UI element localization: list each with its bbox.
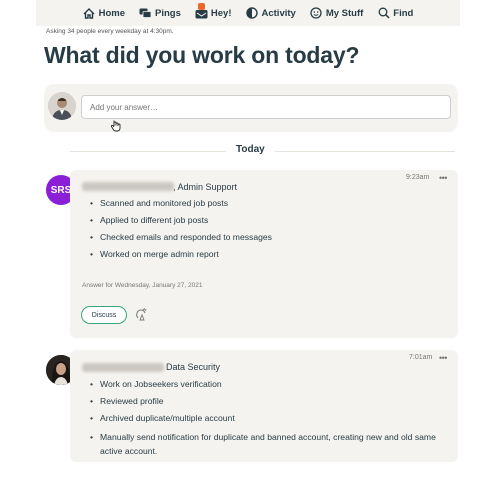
nav-activity-label: Activity bbox=[261, 7, 296, 19]
author-name-redacted bbox=[82, 363, 164, 372]
entry-timestamp: 9:23am bbox=[406, 174, 430, 181]
entry-timestamp: 7:01am bbox=[409, 354, 433, 361]
answer-composer bbox=[44, 84, 458, 132]
nav-home-label: Home bbox=[98, 7, 126, 19]
author-name-redacted bbox=[82, 182, 174, 191]
boost-icon[interactable] bbox=[134, 307, 148, 326]
answer-input[interactable] bbox=[81, 95, 451, 119]
list-item: Archived duplicate/multiple account bbox=[88, 413, 438, 424]
more-options-icon[interactable]: ••• bbox=[439, 173, 447, 183]
nav-hey-label: Hey! bbox=[210, 7, 232, 19]
search-icon bbox=[377, 7, 390, 19]
nav-my-stuff-label: My Stuff bbox=[325, 7, 364, 19]
day-divider-label: Today bbox=[226, 144, 275, 155]
discuss-button[interactable]: Discuss bbox=[81, 306, 127, 324]
list-item: Scanned and monitored job posts bbox=[88, 198, 272, 209]
page-title: What did you work on today? bbox=[44, 42, 360, 68]
avatar bbox=[48, 92, 76, 120]
list-item: Applied to different job posts bbox=[88, 215, 272, 226]
nav-hey[interactable]: Hey! bbox=[195, 3, 232, 19]
author-role: Data Security bbox=[166, 362, 221, 372]
nav-my-stuff[interactable]: My Stuff bbox=[310, 7, 363, 19]
my-stuff-icon bbox=[310, 7, 323, 19]
activity-icon bbox=[246, 7, 259, 19]
nav-find-label: Find bbox=[393, 7, 414, 19]
list-item: Work on Jobseekers verification bbox=[88, 379, 438, 390]
list-item: Checked emails and responded to messages bbox=[88, 232, 272, 243]
task-list: Scanned and monitored job posts Applied … bbox=[88, 198, 272, 266]
pings-icon bbox=[139, 7, 152, 19]
task-list: Work on Jobseekers verification Reviewed… bbox=[88, 379, 438, 464]
author-role: , Admin Support bbox=[173, 182, 238, 192]
nav-pings-label: Pings bbox=[155, 7, 181, 19]
nav-home[interactable]: Home bbox=[83, 7, 125, 19]
list-item: Reviewed profile bbox=[88, 396, 438, 407]
hey-notification-badge bbox=[197, 3, 205, 10]
top-nav: Home Pings Hey! Activity My Stuff Find bbox=[36, 0, 460, 26]
nav-pings[interactable]: Pings bbox=[139, 7, 181, 19]
list-item: Worked on merge admin report bbox=[88, 249, 272, 260]
hand-cursor-icon bbox=[110, 119, 122, 137]
nav-activity[interactable]: Activity bbox=[246, 7, 296, 19]
list-item: Manually send notification for duplicate… bbox=[88, 430, 438, 458]
answer-date[interactable]: Answer for Wednesday, January 27, 2021 bbox=[82, 282, 202, 289]
home-icon bbox=[83, 7, 96, 19]
more-options-icon[interactable]: ••• bbox=[439, 353, 447, 363]
nav-find[interactable]: Find bbox=[377, 7, 413, 19]
schedule-subline: Asking 34 people every weekday at 4:30pm… bbox=[46, 28, 174, 35]
